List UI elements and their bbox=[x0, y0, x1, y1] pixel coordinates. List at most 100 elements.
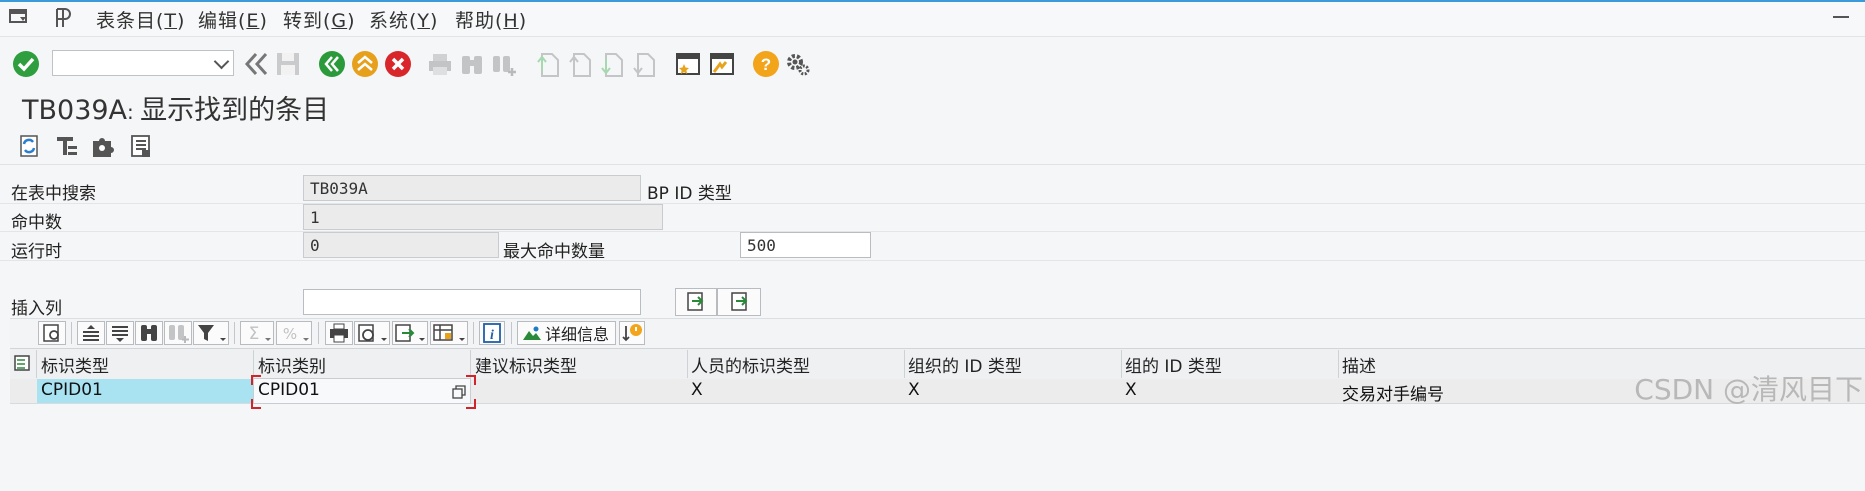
cell-group-id-type[interactable]: X bbox=[1125, 380, 1137, 400]
divider bbox=[0, 260, 1865, 261]
menu-system[interactable]: 系统(Y) bbox=[369, 6, 438, 33]
move-right-icon bbox=[687, 292, 704, 311]
menu-goto[interactable]: 转到(G) bbox=[283, 6, 356, 33]
double-chevron-left-icon[interactable] bbox=[242, 50, 270, 78]
exit-icon[interactable] bbox=[351, 50, 379, 78]
max-hits-label: 最大命中数量 bbox=[503, 242, 605, 262]
focus-corner bbox=[466, 399, 476, 409]
insert-column-input[interactable] bbox=[303, 289, 641, 315]
detail-info-label: 详细信息 bbox=[545, 325, 610, 344]
find-icon[interactable] bbox=[458, 50, 486, 78]
runtime-field: 0 bbox=[303, 232, 499, 258]
column-divider bbox=[687, 350, 688, 378]
command-field[interactable] bbox=[52, 50, 234, 76]
svg-text:%: % bbox=[283, 325, 297, 343]
separator bbox=[318, 322, 319, 344]
focus-corner bbox=[466, 375, 476, 385]
separator bbox=[234, 322, 235, 344]
export-icon[interactable] bbox=[392, 321, 428, 345]
next-page-icon[interactable] bbox=[598, 50, 626, 78]
selection-options-icon[interactable] bbox=[54, 133, 80, 159]
insert-column-label: 插入列 bbox=[11, 299, 62, 319]
sort-descending-icon[interactable] bbox=[106, 321, 134, 345]
column-header-org-id-type[interactable]: 组织的 ID 类型 bbox=[908, 352, 1022, 377]
sap-menu-icon[interactable] bbox=[54, 7, 76, 29]
layout-icon[interactable] bbox=[430, 321, 468, 345]
settings-puzzle-icon[interactable] bbox=[90, 133, 116, 159]
hits-label: 命中数 bbox=[11, 213, 62, 233]
column-divider bbox=[253, 350, 254, 378]
column-divider bbox=[470, 350, 471, 378]
refresh-icon[interactable] bbox=[16, 133, 42, 159]
cell-org-id-type[interactable]: X bbox=[908, 380, 920, 400]
enter-check-icon[interactable] bbox=[12, 50, 40, 78]
page-title: TB039A: 显示找到的条目 bbox=[22, 88, 329, 127]
cell-id-type[interactable]: CPID01 bbox=[41, 380, 103, 400]
max-hits-input[interactable]: 500 bbox=[740, 232, 871, 258]
first-page-icon[interactable] bbox=[534, 50, 562, 78]
chevron-down-icon[interactable] bbox=[213, 53, 230, 70]
print-icon[interactable] bbox=[426, 50, 454, 78]
menu-help[interactable]: 帮助(H) bbox=[455, 6, 527, 33]
list-document-icon[interactable] bbox=[128, 133, 154, 159]
sum-icon[interactable]: Σ bbox=[240, 321, 274, 345]
remove-column-button[interactable] bbox=[717, 288, 761, 316]
title-separator: : bbox=[127, 100, 141, 124]
cell-id-category[interactable]: CPID01 bbox=[258, 380, 320, 400]
views-icon[interactable] bbox=[354, 321, 390, 345]
menubar bbox=[0, 2, 1865, 37]
column-divider bbox=[1121, 350, 1122, 378]
previous-page-icon[interactable] bbox=[566, 50, 594, 78]
settings-gear-icon[interactable] bbox=[784, 50, 812, 78]
column-divider bbox=[904, 350, 905, 378]
subtotal-icon[interactable]: % bbox=[276, 321, 312, 345]
last-page-icon[interactable] bbox=[630, 50, 658, 78]
mountain-image-icon bbox=[523, 326, 541, 340]
column-divider bbox=[36, 350, 37, 378]
window-menu-icon[interactable] bbox=[8, 8, 30, 26]
cell-description[interactable]: 交易对手编号 bbox=[1342, 380, 1444, 405]
copy-icon[interactable] bbox=[452, 384, 466, 399]
sort-ascending-icon[interactable] bbox=[77, 321, 105, 345]
insert-column-button[interactable] bbox=[675, 288, 717, 316]
find-next-icon[interactable] bbox=[164, 321, 192, 345]
cell-person-id-type[interactable]: X bbox=[691, 380, 703, 400]
separator bbox=[473, 322, 474, 344]
move-left-icon bbox=[731, 292, 748, 311]
title-code: TB039A bbox=[22, 95, 128, 126]
menu-table-entry[interactable]: 表条目(T) bbox=[96, 6, 185, 33]
svg-text:Σ: Σ bbox=[249, 324, 260, 344]
grid-details-icon[interactable] bbox=[38, 321, 66, 345]
title-text: 显示找到的条目 bbox=[140, 95, 330, 126]
find-icon[interactable] bbox=[135, 321, 163, 345]
column-header-id-category[interactable]: 标识类别 bbox=[258, 352, 326, 377]
print-icon[interactable] bbox=[325, 321, 353, 345]
save-icon[interactable] bbox=[274, 50, 302, 78]
find-next-icon[interactable] bbox=[490, 50, 518, 78]
cancel-icon[interactable] bbox=[384, 50, 412, 78]
create-session-icon[interactable] bbox=[674, 50, 702, 78]
svg-text:?: ? bbox=[761, 55, 771, 74]
hits-field: 1 bbox=[303, 204, 663, 230]
select-all-icon[interactable] bbox=[13, 354, 33, 372]
column-header-suggested-id-type[interactable]: 建议标识类型 bbox=[475, 352, 577, 377]
column-header-person-id-type[interactable]: 人员的标识类型 bbox=[691, 352, 810, 377]
separator bbox=[71, 322, 72, 344]
column-header-description[interactable]: 描述 bbox=[1342, 352, 1376, 377]
column-header-id-type[interactable]: 标识类型 bbox=[41, 352, 109, 377]
filter-icon[interactable] bbox=[193, 321, 229, 345]
focus-corner bbox=[251, 399, 261, 409]
help-icon[interactable]: ? bbox=[752, 50, 780, 78]
minimize-button[interactable] bbox=[1833, 16, 1849, 18]
search-table-label: 在表中搜索 bbox=[11, 184, 96, 204]
sort-info-icon[interactable] bbox=[619, 321, 645, 345]
detail-info-button[interactable]: 详细信息 bbox=[517, 321, 616, 345]
menu-edit[interactable]: 编辑(E) bbox=[198, 6, 268, 33]
info-icon[interactable]: i bbox=[479, 321, 505, 345]
column-divider bbox=[1338, 350, 1339, 378]
search-table-field: TB039A bbox=[303, 175, 641, 201]
back-icon[interactable] bbox=[318, 50, 346, 78]
runtime-label: 运行时 bbox=[11, 242, 62, 262]
generate-shortcut-icon[interactable] bbox=[708, 50, 736, 78]
column-header-group-id-type[interactable]: 组的 ID 类型 bbox=[1125, 352, 1222, 377]
